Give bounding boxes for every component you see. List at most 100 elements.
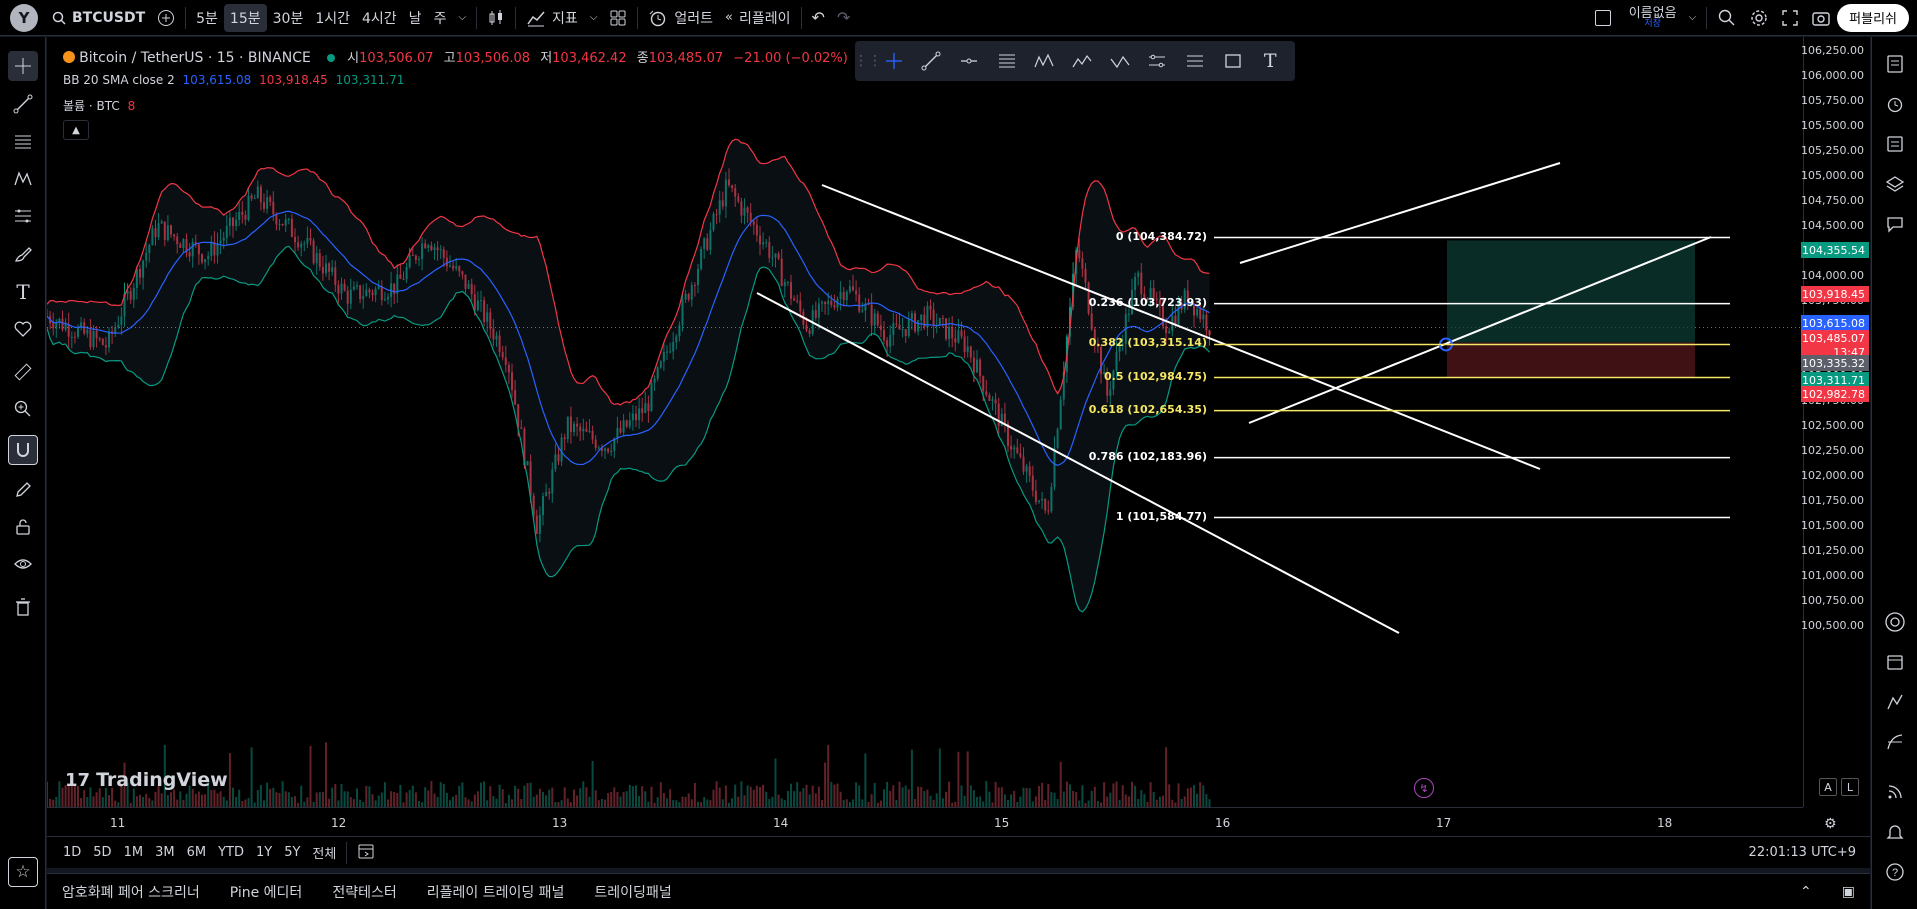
dt-trendline[interactable] [913,45,951,77]
auto-scale-button[interactable]: A [1819,778,1837,796]
goto-date-button[interactable] [351,842,381,864]
symbol-search[interactable]: BTCUSDT [46,4,151,32]
tf-5m[interactable]: 5분 [190,4,224,32]
tf-week[interactable]: 주 [428,4,453,32]
pine-button[interactable] [1880,727,1910,757]
dt-horizontal-ray[interactable] [950,45,988,77]
dt-text[interactable]: T [1251,45,1289,77]
zoom-in-icon [14,400,31,417]
hide-drawings-tool[interactable] [8,549,38,579]
chart-type-button[interactable] [481,4,511,32]
dt-pattern[interactable] [1026,45,1064,77]
tradingview-logo[interactable]: 17 TradingView [65,769,228,791]
tab-crypto-screener[interactable]: 암호화폐 페어 스크리너 [47,882,215,902]
range-1m[interactable]: 1M [118,845,150,860]
indicators-button[interactable]: 지표 [520,4,584,32]
notifications-button[interactable] [1880,817,1910,847]
layout-menu[interactable]: 이름없음 저장 ⌵ [1589,4,1702,32]
chats-button[interactable] [1880,209,1910,239]
tab-strategy-tester[interactable]: 전략테스터 [317,882,411,902]
object-tree-button[interactable] [1880,129,1910,159]
compare-button[interactable] [151,4,181,32]
lightning-icon[interactable]: ↯ [1414,778,1434,798]
dt-elliott[interactable] [1063,45,1101,77]
drag-handle[interactable]: ⋮⋮ [854,45,882,77]
fib-lines-icon [15,135,31,149]
timeframe-dropdown[interactable]: ⌵ [452,4,472,32]
volume-bar [185,793,188,807]
calendar-button[interactable] [1880,647,1910,677]
alert-button[interactable]: 얼러트 [642,4,719,32]
log-scale-button[interactable]: L [1841,778,1859,796]
crosshair-tool[interactable] [8,51,38,81]
settings-button[interactable] [1743,4,1775,32]
maximize-panel-button[interactable]: ▣ [1827,884,1870,900]
tab-pine-editor[interactable]: Pine 에디터 [215,882,318,902]
layouts-button[interactable] [603,4,633,32]
price-axis[interactable]: 106,250.00 106,000.00 105,750.00 105,500.00… [1801,37,1870,807]
tab-trading-panel[interactable]: 트레이딩패널 [579,882,686,902]
layers-button[interactable] [1880,169,1910,199]
magnet-tool[interactable] [8,435,38,465]
remove-drawings-tool[interactable] [8,592,38,622]
dt-fib[interactable] [988,45,1026,77]
undo-button[interactable]: ↶ [806,4,831,32]
watchlist-button[interactable] [1880,49,1910,79]
volume-label[interactable]: 볼륨 · BTC [63,99,120,113]
publish-button[interactable]: 퍼블리쉬 [1837,3,1909,32]
ideas-button[interactable] [1880,687,1910,717]
volume-bar [743,795,746,807]
quick-search-button[interactable] [1711,4,1743,32]
range-all[interactable]: 전체 [306,843,342,862]
target-button[interactable] [1880,607,1910,637]
bb-label[interactable]: BB 20 SMA close 2 [63,73,175,87]
tf-day[interactable]: 날 [403,4,428,32]
collapse-legend-button[interactable]: ▲ [63,120,89,140]
range-1y[interactable]: 1Y [250,845,278,860]
snapshot-button[interactable] [1805,4,1837,32]
redo-button[interactable]: ↷ [831,4,856,32]
fullscreen-button[interactable] [1775,4,1805,32]
tf-4h[interactable]: 4시간 [356,4,403,32]
axis-settings-button[interactable]: ⚙ [1824,816,1837,832]
expand-panel-button[interactable]: ⌃ [1785,884,1827,900]
tf-1h[interactable]: 1시간 [309,4,356,32]
symbol-title[interactable]: Bitcoin / TetherUS · 15 · BINANCE [79,50,311,66]
fib-tool[interactable] [8,127,38,157]
text-tool[interactable]: T [8,277,38,307]
zoom-tool[interactable] [8,394,38,424]
clock-timezone[interactable]: 22:01:13 UTC+9 [1749,845,1856,860]
tf-30m[interactable]: 30분 [267,4,310,32]
dt-range[interactable] [1176,45,1214,77]
indicators-dropdown[interactable]: ⌵ [584,4,604,32]
tab-replay-trading[interactable]: 리플레이 트레이딩 패널 [412,882,580,902]
range-ytd[interactable]: YTD [212,845,250,860]
stay-drawing-tool[interactable] [8,475,38,505]
range-5d[interactable]: 5D [87,845,117,860]
user-avatar[interactable]: Y [10,3,38,32]
range-3m[interactable]: 3M [149,845,181,860]
replay-button[interactable]: « 리플레이 [719,4,797,32]
dt-rectangle[interactable] [1214,45,1252,77]
help-button[interactable]: ? [1880,857,1910,887]
favorites-tool[interactable] [8,314,38,344]
watchlist-star-button[interactable]: ☆ [8,857,38,887]
alerts-button[interactable] [1880,89,1910,119]
dt-crosshair[interactable] [875,45,913,77]
tf-15m[interactable]: 15분 [223,3,267,32]
dt-abc[interactable] [1101,45,1139,77]
stream-button[interactable] [1880,777,1910,807]
pattern-tool[interactable] [8,164,38,194]
brush-tool[interactable] [8,239,38,269]
chart-pane[interactable]: Bitcoin / TetherUS · 15 · BINANCE 시103,5… [47,37,1870,842]
trendline-tool[interactable] [8,89,38,119]
chart-canvas[interactable] [47,37,1803,807]
prediction-tool[interactable] [8,201,38,231]
measure-tool[interactable] [8,357,38,387]
dt-parallel-channel[interactable] [1138,45,1176,77]
range-1d[interactable]: 1D [57,845,87,860]
range-5y[interactable]: 5Y [278,845,306,860]
pencil-lock-icon [16,482,31,497]
range-6m[interactable]: 6M [181,845,213,860]
lock-drawings-tool[interactable] [8,512,38,542]
